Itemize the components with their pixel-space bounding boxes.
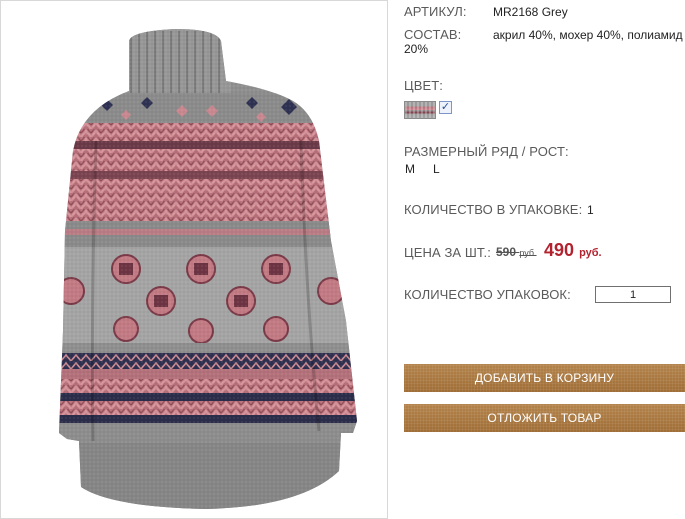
composition-label: СОСТАВ: [404, 27, 462, 42]
old-price-amount: 590 [496, 245, 517, 259]
sweater-illustration [59, 29, 357, 509]
product-details: АРТИКУЛ: MR2168 Grey СОСТАВ: акрил 40%, … [404, 0, 685, 519]
postpone-button[interactable]: ОТЛОЖИТЬ ТОВАР [404, 404, 685, 432]
product-image[interactable] [0, 0, 388, 519]
check-icon: ✓ [440, 101, 451, 113]
size-option-m[interactable]: M [405, 162, 415, 177]
composition-value-cont: 20% [404, 42, 429, 56]
color-swatch[interactable] [404, 101, 436, 119]
new-price: 490 руб. [544, 240, 602, 263]
packs-quantity-input[interactable] [595, 286, 671, 303]
article-label: АРТИКУЛ: [404, 4, 467, 19]
sizes-label: РАЗМЕРНЫЙ РЯД / РОСТ: [404, 144, 569, 159]
color-checkbox[interactable]: ✓ [439, 101, 452, 114]
old-price: 590 руб. [496, 245, 537, 261]
packs-label: КОЛИЧЕСТВО УПАКОВОК: [404, 287, 571, 302]
pack-qty-value: 1 [587, 203, 594, 217]
article-value: MR2168 Grey [493, 5, 568, 19]
new-price-amount: 490 [544, 240, 575, 260]
color-label: ЦВЕТ: [404, 78, 444, 93]
composition-value: акрил 40%, мохер 40%, полиамид [493, 28, 683, 42]
old-price-currency: руб. [519, 248, 537, 258]
add-to-cart-button[interactable]: ДОБАВИТЬ В КОРЗИНУ [404, 364, 685, 392]
price-label: ЦЕНА ЗА ШТ.: [404, 245, 491, 260]
pack-qty-label: КОЛИЧЕСТВО В УПАКОВКЕ: [404, 202, 583, 217]
size-option-l[interactable]: L [433, 162, 440, 177]
new-price-currency: руб. [579, 247, 602, 259]
